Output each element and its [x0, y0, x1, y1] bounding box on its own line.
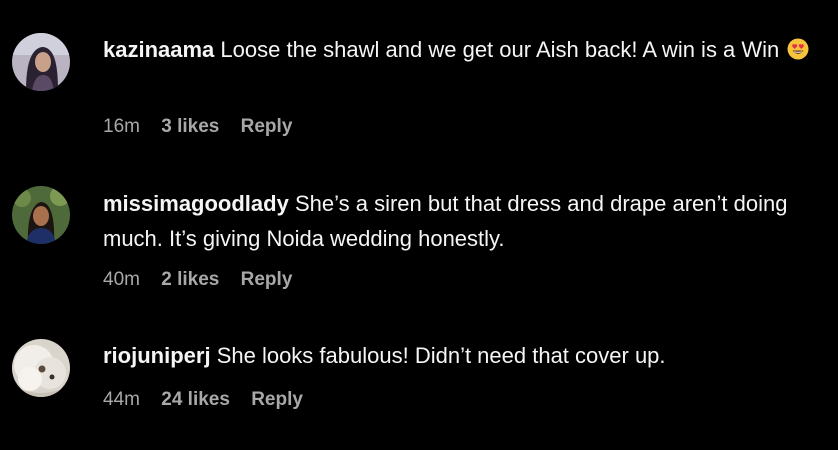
comment-text-block: missimagoodlady She’s a siren but that d…	[103, 186, 818, 256]
comment-body: Loose the shawl and we get our Aish back…	[220, 37, 780, 62]
comment-likes[interactable]: 24 likes	[161, 389, 230, 410]
comment-likes[interactable]: 3 likes	[161, 116, 219, 137]
comment-item: missimagoodlady She’s a siren but that d…	[0, 150, 838, 305]
comment-body: She looks fabulous! Didn’t need that cov…	[216, 343, 666, 368]
reply-button[interactable]: Reply	[241, 116, 293, 137]
comment-text-block: kazinaama Loose the shawl and we get our…	[103, 32, 818, 67]
comment-meta: 40m 2 likes Reply	[103, 269, 308, 291]
comment-item: riojuniperj She looks fabulous! Didn’t n…	[0, 305, 838, 450]
comment-item: kazinaama Loose the shawl and we get our…	[0, 0, 838, 150]
comment-meta: 16m 3 likes Reply	[103, 116, 308, 138]
comment-time: 44m	[103, 389, 140, 410]
comment-meta: 44m 24 likes Reply	[103, 389, 319, 411]
heart-eyes-emoji-icon	[787, 38, 809, 60]
comment-text-block: riojuniperj She looks fabulous! Didn’t n…	[103, 338, 818, 373]
comment-likes[interactable]: 2 likes	[161, 269, 219, 290]
reply-button[interactable]: Reply	[251, 389, 303, 410]
comment-time: 40m	[103, 269, 140, 290]
avatar[interactable]	[12, 339, 70, 397]
comment-username[interactable]: missimagoodlady	[103, 191, 289, 216]
comment-username[interactable]: kazinaama	[103, 37, 214, 62]
comment-username[interactable]: riojuniperj	[103, 343, 211, 368]
avatar[interactable]	[12, 33, 70, 91]
comment-time: 16m	[103, 116, 140, 137]
reply-button[interactable]: Reply	[241, 269, 293, 290]
avatar[interactable]	[12, 186, 70, 244]
